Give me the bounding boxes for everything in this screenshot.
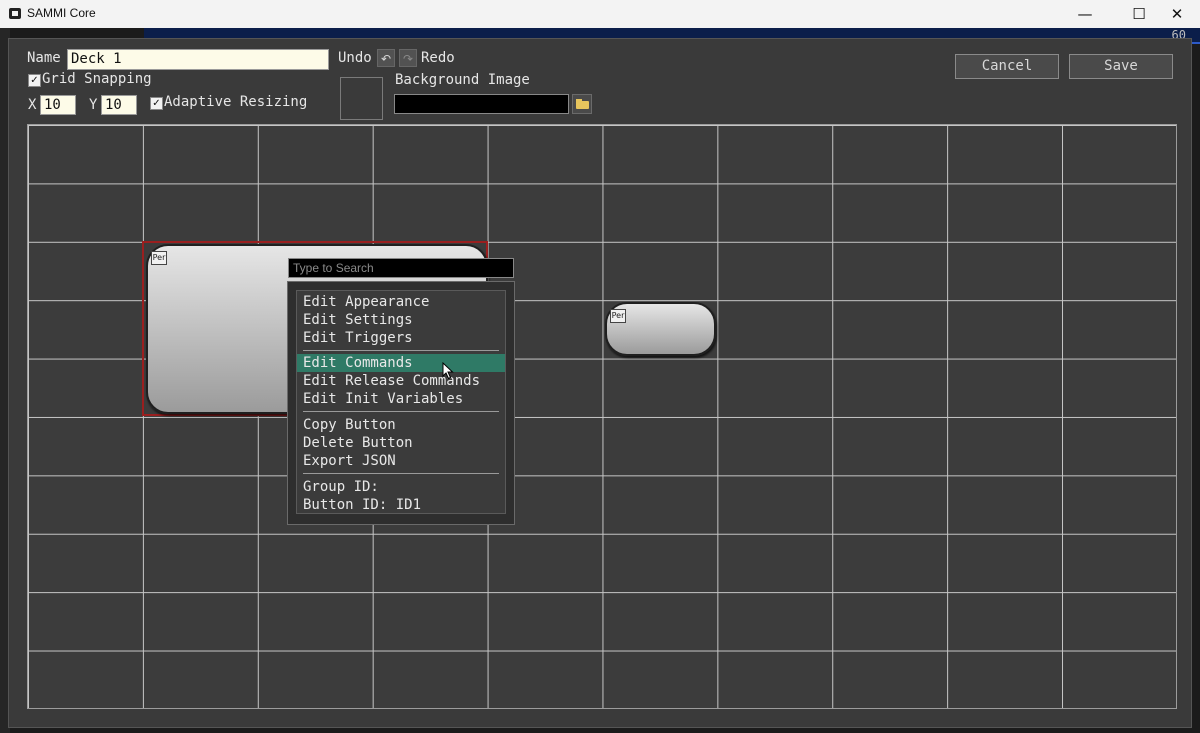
menu-separator <box>303 411 499 412</box>
redo-label: Redo <box>421 50 455 66</box>
menu-separator <box>303 350 499 351</box>
adaptive-resizing-label: Adaptive Resizing <box>164 94 308 110</box>
menu-item-edit-commands[interactable]: Edit Commands <box>297 354 505 372</box>
y-label: Y <box>89 97 98 113</box>
background-image-label: Background Image <box>395 72 530 88</box>
menu-item-edit-settings[interactable]: Edit Settings <box>297 311 505 329</box>
title-bar: SAMMI Core — ☐ ✕ <box>0 0 1200 28</box>
persistent-badge: Per <box>151 251 167 265</box>
menu-item-export-json[interactable]: Export JSON <box>297 452 505 470</box>
deck-grid-canvas[interactable] <box>27 124 1177 709</box>
grid-y-input[interactable]: 10 <box>101 95 137 115</box>
grid-snapping-checkbox[interactable]: ✓ <box>28 74 41 87</box>
window-title: SAMMI Core <box>27 6 96 20</box>
menu-item-edit-triggers[interactable]: Edit Triggers <box>297 329 505 347</box>
menu-separator <box>303 473 499 474</box>
close-button[interactable]: ✕ <box>1154 0 1200 28</box>
undo-icon[interactable]: ↶ <box>377 49 395 67</box>
redo-icon[interactable]: ↷ <box>399 49 417 67</box>
menu-item-copy-button[interactable]: Copy Button <box>297 416 505 434</box>
x-label: X <box>28 97 37 113</box>
background-image-input[interactable] <box>394 94 569 114</box>
undo-label: Undo <box>338 50 372 66</box>
mouse-pointer-icon <box>442 362 454 380</box>
folder-icon[interactable] <box>572 94 592 114</box>
minimize-button[interactable]: — <box>1062 0 1108 28</box>
app-logo-icon <box>9 8 21 19</box>
name-label: Name <box>27 50 61 66</box>
menu-item-group-id: Group ID: <box>303 479 379 495</box>
background-color-swatch[interactable] <box>340 77 383 120</box>
button-context-menu: Edit Appearance Edit Settings Edit Trigg… <box>287 281 515 525</box>
adaptive-resizing-checkbox[interactable]: ✓ <box>150 97 163 110</box>
deck-editor-dialog: Name Deck 1 Undo ↶ ↷ Redo ✓ Grid Snappin… <box>8 38 1192 728</box>
menu-item-edit-init-variables[interactable]: Edit Init Variables <box>297 390 505 408</box>
menu-item-button-id: Button ID: ID1 <box>303 497 422 513</box>
grid-x-input[interactable]: 10 <box>40 95 76 115</box>
context-menu-list: Edit Appearance Edit Settings Edit Trigg… <box>296 290 506 514</box>
cancel-button[interactable]: Cancel <box>955 54 1059 79</box>
menu-item-edit-release-commands[interactable]: Edit Release Commands <box>297 372 505 390</box>
menu-item-delete-button[interactable]: Delete Button <box>297 434 505 452</box>
deck-button-2[interactable]: Per <box>605 302 716 356</box>
save-button[interactable]: Save <box>1069 54 1173 79</box>
persistent-badge: Per <box>610 309 626 323</box>
grid-snapping-label: Grid Snapping <box>42 71 152 87</box>
menu-search-input[interactable]: Type to Search <box>288 258 514 278</box>
menu-item-edit-appearance[interactable]: Edit Appearance <box>297 293 505 311</box>
deck-name-input[interactable]: Deck 1 <box>67 49 329 70</box>
